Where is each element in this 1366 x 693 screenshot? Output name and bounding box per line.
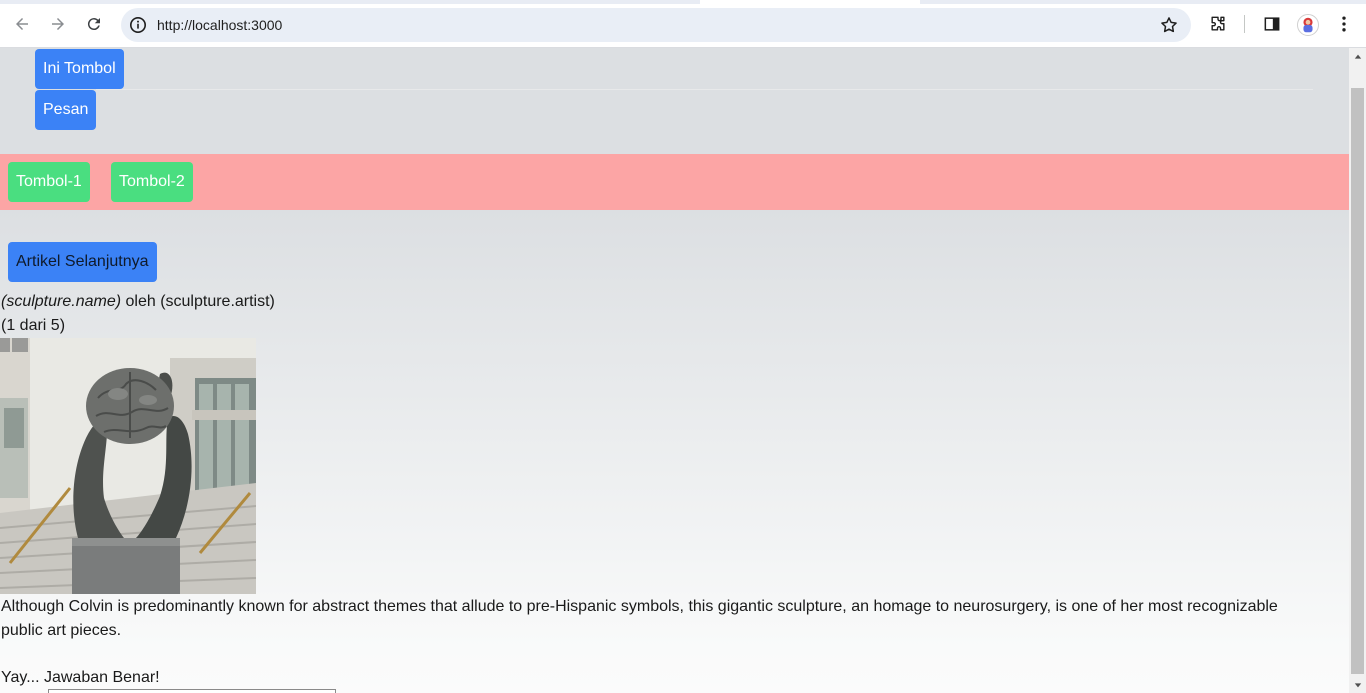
scroll-up-icon[interactable] bbox=[1349, 48, 1366, 65]
url-text[interactable]: http://localhost:3000 bbox=[157, 16, 282, 34]
answer-input[interactable] bbox=[48, 689, 336, 693]
scrollbar-thumb[interactable] bbox=[1351, 88, 1364, 674]
side-panel-icon[interactable] bbox=[1261, 13, 1283, 35]
sculpture-counter: (1 dari 5) bbox=[1, 317, 66, 334]
vertical-scrollbar[interactable] bbox=[1349, 48, 1366, 693]
sculpture-description: Although Colvin is predominantly known f… bbox=[1, 598, 1278, 639]
arrow-right-icon bbox=[52, 18, 64, 30]
avatar[interactable] bbox=[1297, 14, 1319, 36]
sculpture-title: (sculpture.name) oleh (sculpture.artist) bbox=[1, 290, 275, 314]
divider bbox=[96, 89, 1313, 90]
next-article-button[interactable]: Artikel Selanjutnya bbox=[8, 242, 157, 282]
toolbar-separator bbox=[1244, 15, 1245, 33]
page-viewport: Ini Tombol Pesan Tombol-1 Tombol-2 Artik… bbox=[0, 48, 1349, 693]
arrow-left-icon bbox=[16, 18, 28, 30]
back-button[interactable] bbox=[9, 11, 35, 37]
reload-button[interactable] bbox=[81, 11, 107, 37]
sculpture-image bbox=[0, 338, 256, 594]
reload-icon bbox=[87, 18, 100, 31]
answer-status: Yay... Jawaban Benar! bbox=[1, 669, 160, 686]
title-separator: oleh bbox=[121, 293, 161, 310]
active-tab[interactable] bbox=[700, 0, 920, 4]
pesan-button[interactable]: Pesan bbox=[35, 90, 97, 130]
ini-tombol-button[interactable]: Ini Tombol bbox=[35, 49, 124, 89]
sculpture-name: (sculpture.name) bbox=[1, 293, 122, 310]
tombol-1-button[interactable]: Tombol-1 bbox=[8, 162, 90, 202]
forward-button[interactable] bbox=[45, 11, 71, 37]
tab-strip bbox=[0, 0, 1366, 4]
tombol-2-button[interactable]: Tombol-2 bbox=[111, 162, 193, 202]
scroll-down-icon[interactable] bbox=[1349, 676, 1366, 693]
info-icon[interactable] bbox=[129, 16, 147, 34]
toolbar-band: Tombol-1 Tombol-2 bbox=[0, 154, 1349, 210]
puzzle-icon[interactable] bbox=[1207, 13, 1229, 35]
star-icon[interactable] bbox=[1159, 15, 1179, 35]
address-bar[interactable]: http://localhost:3000 bbox=[121, 8, 1191, 42]
kebab-menu-icon[interactable] bbox=[1333, 13, 1355, 35]
browser-toolbar: http://localhost:3000 bbox=[0, 0, 1366, 48]
sculpture-artist: (sculpture.artist) bbox=[160, 293, 275, 310]
